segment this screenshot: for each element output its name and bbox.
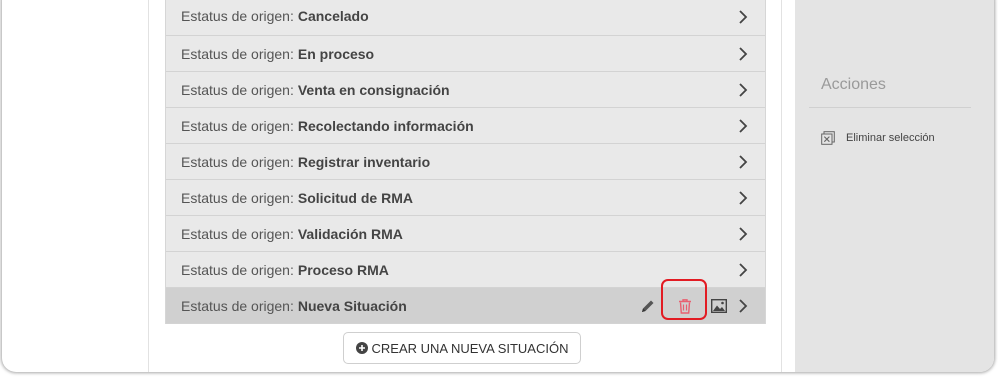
row-prefix: Estatus de origen: [181, 81, 294, 98]
row-value: Registrar inventario [297, 153, 431, 170]
app-frame: Estatus de origen: Cancelado Estatus de … [2, 0, 994, 372]
row-value: Proceso RMA [297, 261, 389, 278]
row-value: Cancelado [297, 8, 369, 24]
chevron-right-icon[interactable] [735, 82, 751, 98]
list-item[interactable]: Estatus de origen: Venta en consignación [166, 72, 765, 108]
row-prefix: Estatus de origen: [181, 225, 294, 242]
row-prefix: Estatus de origen: [181, 297, 294, 314]
row-prefix: Estatus de origen: [181, 189, 294, 206]
actions-title: Acciones [821, 76, 886, 93]
list-item[interactable]: Estatus de origen: Registrar inventario [166, 144, 765, 180]
chevron-right-icon[interactable] [735, 298, 751, 314]
row-value: En proceso [297, 45, 375, 62]
list-item[interactable]: Estatus de origen: Proceso RMA [166, 252, 765, 288]
create-button-label: CREAR UNA NUEVA SITUACIÓN [371, 340, 569, 356]
list-item[interactable]: Estatus de origen: Solicitud de RMA [166, 180, 765, 216]
chevron-right-icon[interactable] [735, 190, 751, 206]
main-panel: Estatus de origen: Cancelado Estatus de … [148, 0, 782, 372]
status-list: Estatus de origen: Cancelado Estatus de … [165, 0, 766, 324]
list-item[interactable]: Estatus de origen: Cancelado [166, 0, 765, 36]
row-prefix: Estatus de origen: [181, 261, 294, 278]
actions-panel: Acciones Eliminar selección [795, 0, 994, 372]
row-prefix: Estatus de origen: [181, 117, 294, 134]
row-prefix: Estatus de origen: [181, 153, 294, 170]
chevron-right-icon[interactable] [735, 9, 751, 25]
row-value: Venta en consignación [297, 81, 450, 98]
chevron-right-icon[interactable] [735, 262, 751, 278]
divider [809, 107, 971, 108]
create-new-situation-button[interactable]: CREAR UNA NUEVA SITUACIÓN [343, 332, 581, 364]
row-prefix: Estatus de origen: [181, 45, 294, 62]
delete-selection-button[interactable]: Eliminar selección [821, 131, 935, 145]
row-actions [638, 288, 729, 323]
trash-icon[interactable] [675, 296, 695, 316]
list-item[interactable]: Estatus de origen: Recolectando informac… [166, 108, 765, 144]
row-value: Validación RMA [297, 225, 403, 242]
chevron-right-icon[interactable] [735, 118, 751, 134]
row-prefix: Estatus de origen: [181, 8, 294, 24]
plus-circle-icon [355, 342, 368, 354]
chevron-right-icon[interactable] [735, 154, 751, 170]
chevron-right-icon[interactable] [735, 46, 751, 62]
row-value: Nueva Situación [297, 297, 407, 314]
list-item[interactable]: Estatus de origen: Validación RMA [166, 216, 765, 252]
row-value: Recolectando información [297, 117, 474, 134]
row-value: Solicitud de RMA [297, 189, 413, 206]
delete-selection-label: Eliminar selección [846, 132, 935, 144]
list-item-selected[interactable]: Estatus de origen: Nueva Situación [166, 288, 765, 324]
list-item[interactable]: Estatus de origen: En proceso [166, 36, 765, 72]
image-icon[interactable] [709, 296, 729, 316]
chevron-right-icon[interactable] [735, 226, 751, 242]
delete-selection-icon [821, 131, 835, 145]
edit-pencil-icon[interactable] [638, 296, 658, 316]
